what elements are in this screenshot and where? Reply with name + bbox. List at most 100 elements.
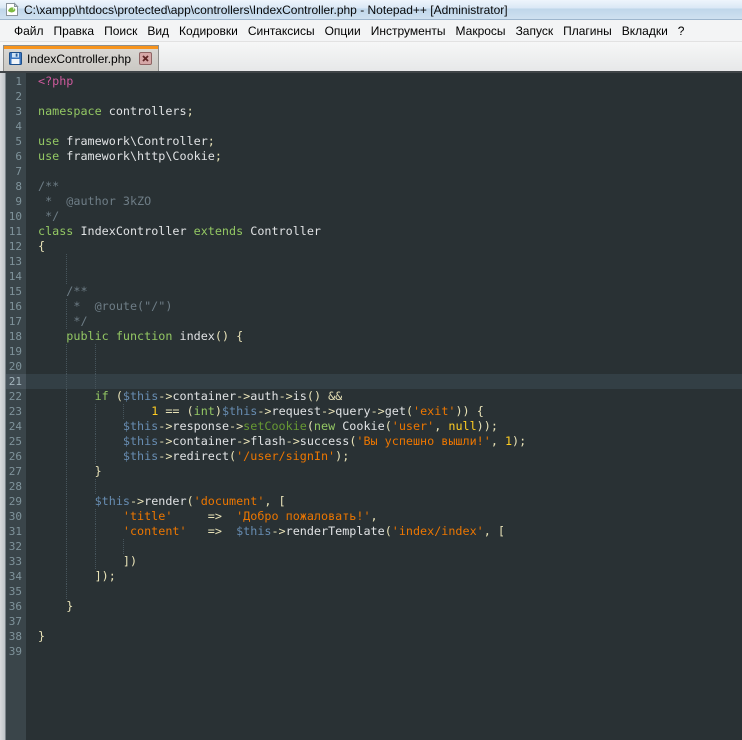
code-line: 20 [6, 359, 742, 374]
tab-indexcontroller[interactable]: IndexController.php [3, 45, 159, 71]
code-text: $this->container->flash->success('Вы усп… [26, 434, 742, 449]
code-line: 31 'content' => $this->renderTemplate('i… [6, 524, 742, 539]
indent-guide [66, 314, 67, 329]
menu-item-macro[interactable]: Макросы [451, 21, 511, 41]
line-number[interactable]: 14 [6, 269, 26, 284]
indent-guide [95, 509, 96, 524]
line-number[interactable]: 15 [6, 284, 26, 299]
menu-item-file[interactable]: Файл [9, 21, 49, 41]
indent-guide [66, 389, 67, 404]
line-number[interactable]: 25 [6, 434, 26, 449]
code-line: 12{ [6, 239, 742, 254]
line-number[interactable]: 12 [6, 239, 26, 254]
line-number[interactable]: 19 [6, 344, 26, 359]
line-number[interactable]: 37 [6, 614, 26, 629]
code-line: 16 * @route("/") [6, 299, 742, 314]
code-text [26, 254, 742, 269]
menu-item-run[interactable]: Запуск [511, 21, 559, 41]
code-text: } [26, 464, 742, 479]
code-text: use framework\Controller; [26, 134, 742, 149]
line-number[interactable]: 33 [6, 554, 26, 569]
menu-item-tools[interactable]: Инструменты [366, 21, 451, 41]
line-number[interactable]: 29 [6, 494, 26, 509]
line-number[interactable]: 17 [6, 314, 26, 329]
code-text: use framework\http\Cookie; [26, 149, 742, 164]
close-x-icon[interactable] [139, 52, 152, 65]
menu-item-encoding[interactable]: Кодировки [174, 21, 243, 41]
code-text [26, 344, 742, 359]
menu-item-view[interactable]: Вид [142, 21, 174, 41]
line-number[interactable]: 1 [6, 74, 26, 89]
menu-item-settings[interactable]: Опции [320, 21, 366, 41]
window-title: C:\xampp\htdocs\protected\app\controller… [24, 3, 508, 17]
line-number[interactable]: 10 [6, 209, 26, 224]
line-number[interactable]: 26 [6, 449, 26, 464]
code-line: 35 [6, 584, 742, 599]
menu-item-language[interactable]: Синтаксисы [243, 21, 320, 41]
line-number[interactable]: 3 [6, 104, 26, 119]
indent-guide [95, 524, 96, 539]
code-line: 17 */ [6, 314, 742, 329]
code-text [26, 89, 742, 104]
code-line: 32 [6, 539, 742, 554]
line-number[interactable]: 32 [6, 539, 26, 554]
indent-guide [66, 344, 67, 359]
code-line: 14 [6, 269, 742, 284]
title-bar[interactable]: C:\xampp\htdocs\protected\app\controller… [0, 0, 742, 20]
line-number[interactable]: 16 [6, 299, 26, 314]
menu-item-help[interactable]: ? [673, 21, 690, 41]
line-number[interactable]: 20 [6, 359, 26, 374]
line-number[interactable]: 36 [6, 599, 26, 614]
menu-item-search[interactable]: Поиск [99, 21, 142, 41]
indent-guide [66, 554, 67, 569]
code-text: { [26, 239, 742, 254]
line-number[interactable]: 2 [6, 89, 26, 104]
line-number[interactable]: 6 [6, 149, 26, 164]
line-number[interactable]: 9 [6, 194, 26, 209]
code-text: if ($this->container->auth->is() && [26, 389, 742, 404]
indent-guide [66, 524, 67, 539]
code-text: * @author 3kZO [26, 194, 742, 209]
line-number[interactable]: 4 [6, 119, 26, 134]
indent-guide [66, 449, 67, 464]
line-number[interactable]: 21 [6, 374, 26, 389]
code-line: 11class IndexController extends Controll… [6, 224, 742, 239]
tab-label: IndexController.php [27, 52, 131, 66]
code-editor[interactable]: 1<?php23namespace controllers;45use fram… [0, 73, 742, 740]
line-number[interactable]: 7 [6, 164, 26, 179]
line-number[interactable]: 13 [6, 254, 26, 269]
line-number[interactable]: 8 [6, 179, 26, 194]
line-number[interactable]: 11 [6, 224, 26, 239]
code-line: 10 */ [6, 209, 742, 224]
code-text: /** [26, 179, 742, 194]
code-line: 36 } [6, 599, 742, 614]
line-number[interactable]: 31 [6, 524, 26, 539]
line-number[interactable]: 23 [6, 404, 26, 419]
line-number[interactable]: 38 [6, 629, 26, 644]
code-line: 15 /** [6, 284, 742, 299]
line-number[interactable]: 34 [6, 569, 26, 584]
line-number[interactable]: 22 [6, 389, 26, 404]
code-text: ]) [26, 554, 742, 569]
code-line: 30 'title' => 'Добро пожаловать!', [6, 509, 742, 524]
line-number[interactable]: 18 [6, 329, 26, 344]
code-text [26, 584, 742, 599]
menu-item-plugins[interactable]: Плагины [558, 21, 617, 41]
menu-item-window[interactable]: Вкладки [617, 21, 673, 41]
line-number[interactable]: 28 [6, 479, 26, 494]
code-text [26, 359, 742, 374]
menu-item-edit[interactable]: Правка [49, 21, 100, 41]
code-line: 34 ]); [6, 569, 742, 584]
line-number[interactable]: 24 [6, 419, 26, 434]
line-number[interactable]: 27 [6, 464, 26, 479]
code-text [26, 269, 742, 284]
code-line: 38} [6, 629, 742, 644]
line-number[interactable]: 35 [6, 584, 26, 599]
indent-guide [66, 434, 67, 449]
code-text: $this->redirect('/user/signIn'); [26, 449, 742, 464]
line-number[interactable]: 30 [6, 509, 26, 524]
code-text: * @route("/") [26, 299, 742, 314]
code-line: 6use framework\http\Cookie; [6, 149, 742, 164]
line-number[interactable]: 39 [6, 644, 26, 659]
line-number[interactable]: 5 [6, 134, 26, 149]
